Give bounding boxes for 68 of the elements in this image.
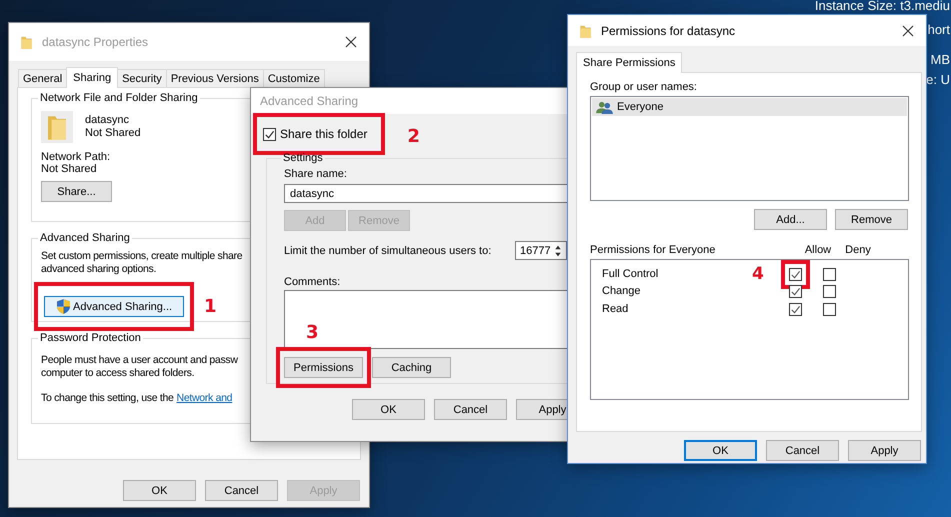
window-title: datasync Properties [42,35,150,49]
comments-label: Comments: [284,276,340,288]
step-number: 3 [306,322,319,343]
tab[interactable]: Share Permissions [576,52,682,73]
close-icon[interactable] [345,36,357,48]
dialog-button[interactable]: Cancel [766,440,839,461]
network-path-label: Network Path: [41,151,110,163]
shield-icon [57,299,70,314]
window-title: Advanced Sharing [260,94,360,108]
list-button[interactable]: Add... [754,209,827,230]
dialog-button[interactable]: Cancel [205,480,278,501]
desktop-text: e: U [926,72,950,87]
share-status: Not Shared [85,127,141,139]
tab[interactable]: General [18,69,68,87]
group-heading: Network File and Folder Sharing [39,92,199,104]
permission-name: Change [602,285,642,297]
folder-name: datasync [85,114,130,126]
folder-icon [580,24,591,38]
group-heading: Settings [282,152,324,164]
allow-checkbox[interactable] [789,302,802,316]
tab[interactable]: Security [117,69,167,87]
dialog-button[interactable]: Cancel [434,399,507,420]
network-link[interactable]: Network and [176,392,232,404]
users-icon [596,100,613,114]
dialog-button[interactable]: OK [684,440,757,461]
folder-icon [41,111,73,143]
tab[interactable]: Customize [262,69,325,87]
window-title: Permissions for datasync [601,24,736,38]
close-icon[interactable] [902,24,914,36]
list-button[interactable]: Remove [835,209,908,230]
dialog-button[interactable]: OK [352,399,425,420]
settings-button[interactable]: Permissions [284,357,363,378]
user-limit-spinner[interactable]: 16777 [515,241,567,260]
description-text: People must have a user account and passw computer to access shared folders. [41,354,238,380]
deny-checkbox[interactable] [822,302,836,316]
allow-checkbox[interactable] [789,284,802,298]
deny-checkbox[interactable] [822,284,836,298]
checkbox[interactable] [263,128,276,140]
group-label: Group or user names: [590,81,697,93]
step-number: 2 [407,126,420,146]
checkbox-label: Share this folder [280,127,368,141]
settings-button[interactable]: Caching [372,357,451,378]
step-number: 1 [204,296,217,317]
step-number: 4 [752,264,764,284]
folder-icon [21,35,32,49]
network-path: Not Shared [41,163,97,175]
dialog-button[interactable]: Apply [848,440,921,461]
desktop-text: Instance Size: t3.mediu [814,0,950,13]
group-heading: Advanced Sharing [39,232,131,244]
desktop-text: hort [928,22,950,37]
instruction-text: To change this setting, use the [41,392,174,404]
share-name-label: Share name: [284,168,347,180]
limit-label: Limit the number of simultaneous users to: [284,244,492,256]
group-heading: Password Protection [39,332,142,344]
share-button[interactable]: Share... [41,181,112,202]
desktop-text: MB [930,52,950,67]
permission-name: Full Control [602,268,660,280]
column-header: Allow [804,244,832,256]
permissions-label: Permissions for Everyone [590,244,716,256]
allow-checkbox[interactable] [789,268,802,280]
column-header: Deny [844,244,872,256]
user-item[interactable]: Everyone [592,98,907,116]
advanced-sharing-button[interactable]: Advanced Sharing... [44,296,184,317]
permission-name: Read [602,303,630,315]
tab[interactable]: Sharing [66,67,118,88]
description-text: Set custom permissions, create multiple share advanced sharing options. [41,250,242,276]
dialog-button[interactable]: OK [123,480,196,501]
deny-checkbox[interactable] [822,268,836,280]
